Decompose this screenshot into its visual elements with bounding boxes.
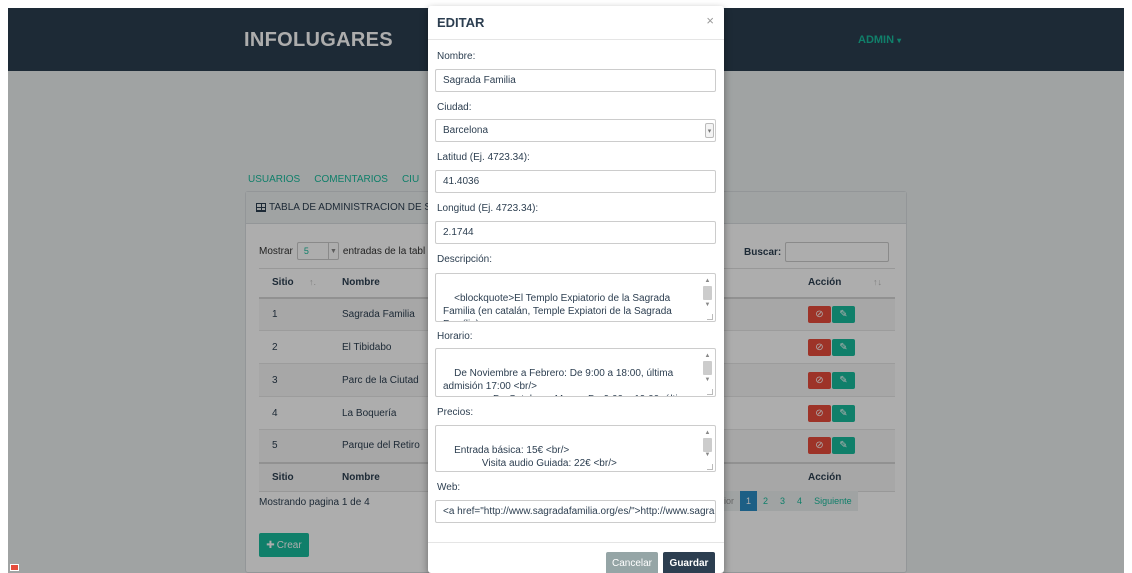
nombre-label: Nombre: xyxy=(437,51,476,62)
horario-label: Horario: xyxy=(437,331,473,342)
descripcion-label: Descripción: xyxy=(437,254,493,265)
descripcion-text: <blockquote>El Templo Expiatorio de la S… xyxy=(443,293,672,321)
nombre-input[interactable]: Sagrada Familia xyxy=(435,69,716,92)
scrollbar[interactable]: ▲ ▼ xyxy=(703,429,712,459)
modal-footer: Cancelar Guardar xyxy=(428,542,724,573)
web-label: Web: xyxy=(437,482,461,493)
resize-handle-icon[interactable] xyxy=(707,389,713,395)
horario-text: De Noviembre a Febrero: De 9:00 a 18:00,… xyxy=(443,368,691,396)
edit-modal: EDITAR × Nombre: Sagrada Familia Ciudad:… xyxy=(428,6,724,573)
cancel-button[interactable]: Cancelar xyxy=(606,552,658,573)
longitud-input[interactable]: 2.1744 xyxy=(435,221,716,244)
descripcion-textarea[interactable]: <blockquote>El Templo Expiatorio de la S… xyxy=(435,273,716,322)
ciudad-select[interactable]: Barcelona ▾ xyxy=(435,119,716,142)
save-button[interactable]: Guardar xyxy=(663,552,715,573)
horario-textarea[interactable]: De Noviembre a Febrero: De 9:00 a 18:00,… xyxy=(435,348,716,397)
chevron-down-icon: ▾ xyxy=(705,123,714,138)
precios-text: Entrada básica: 15€ <br/> Visita audio G… xyxy=(454,445,617,469)
longitud-label: Longitud (Ej. 4723.34): xyxy=(437,203,539,214)
latitud-input[interactable]: 41.4036 xyxy=(435,170,716,193)
ciudad-select-value: Barcelona xyxy=(443,125,489,136)
precios-textarea[interactable]: Entrada básica: 15€ <br/> Visita audio G… xyxy=(435,425,716,472)
scrollbar[interactable]: ▲ ▼ xyxy=(703,277,712,309)
scrollbar[interactable]: ▲ ▼ xyxy=(703,352,712,384)
modal-title: EDITAR xyxy=(437,15,485,30)
status-flag-icon xyxy=(10,564,19,571)
web-input[interactable]: <a href="http://www.sagradafamilia.org/e… xyxy=(435,500,716,523)
precios-label: Precios: xyxy=(437,407,474,418)
resize-handle-icon[interactable] xyxy=(707,314,713,320)
close-icon[interactable]: × xyxy=(706,13,714,28)
modal-header: EDITAR × xyxy=(428,6,724,40)
ciudad-label: Ciudad: xyxy=(437,102,472,113)
latitud-label: Latitud (Ej. 4723.34): xyxy=(437,152,530,163)
resize-handle-icon[interactable] xyxy=(707,464,713,470)
